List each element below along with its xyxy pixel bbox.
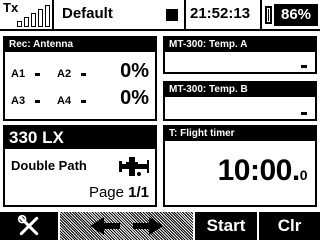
temp-b-panel[interactable]: MT-300: Temp. B <box>163 81 317 121</box>
divider <box>184 0 186 29</box>
antenna-percent-top: 0% <box>120 60 149 82</box>
battery-percent: 86% <box>274 4 318 26</box>
battery-icon <box>265 6 272 24</box>
signal-bar <box>38 9 43 27</box>
start-button[interactable]: Start <box>195 212 257 240</box>
tools-softkey[interactable] <box>0 212 58 240</box>
status-bar: Tx Default 21:52:13 86% <box>0 0 320 31</box>
left-right-arrows-icon <box>90 217 163 235</box>
timer-decimal: 0 <box>299 167 308 183</box>
a3-label: A3 <box>11 95 26 107</box>
page-indicator: Page 1/1 <box>89 184 149 201</box>
signal-bar <box>17 21 22 27</box>
temp-a-value-dash <box>301 65 307 68</box>
a4-value-dash <box>81 100 86 103</box>
softkey-bar: Start Clr <box>0 212 320 240</box>
temp-a-panel[interactable]: MT-300: Temp. A <box>163 36 317 74</box>
clock: 21:52:13 <box>190 5 251 22</box>
battery-fill <box>268 8 269 21</box>
model-title: 330 LX <box>5 127 155 149</box>
a1-label: A1 <box>11 68 26 80</box>
navigation-softkey[interactable] <box>60 212 193 240</box>
record-indicator-icon <box>166 9 178 21</box>
model-name: Default <box>62 5 113 22</box>
airplane-icon <box>119 157 149 176</box>
model-panel[interactable]: 330 LX Double Path Page 1/1 <box>3 125 157 207</box>
temp-b-title: MT-300: Temp. B <box>165 83 315 97</box>
tx-signal-indicator: Tx <box>0 0 54 29</box>
a2-label: A2 <box>57 68 72 80</box>
a1-value-dash <box>35 73 40 76</box>
antenna-percent-bottom: 0% <box>120 87 149 109</box>
a2-value-dash <box>81 73 86 76</box>
temp-a-title: MT-300: Temp. A <box>165 38 315 52</box>
a4-label: A4 <box>57 95 72 107</box>
divider <box>260 0 262 29</box>
signal-bar <box>45 5 50 27</box>
page-prefix: Page <box>88 184 129 201</box>
signal-bars-icon <box>14 4 52 27</box>
a3-value-dash <box>35 100 40 103</box>
temp-b-value-dash <box>301 112 307 115</box>
model-mode-label: Double Path <box>11 158 87 173</box>
page-value: 1/1 <box>128 184 149 201</box>
signal-bar <box>24 17 29 27</box>
timer-main: 10:00. <box>217 154 301 187</box>
wrench-screwdriver-icon <box>17 214 39 236</box>
timer-value: 10:00.0 <box>217 154 308 188</box>
timer-panel[interactable]: T: Flight timer 10:00.0 <box>163 125 317 207</box>
timer-title: T: Flight timer <box>165 127 315 141</box>
clear-button[interactable]: Clr <box>259 212 320 240</box>
antenna-panel-title: Rec: Antenna <box>5 38 155 52</box>
antenna-panel[interactable]: Rec: Antenna A1 A2 0% A3 A4 0% <box>3 36 157 121</box>
signal-bar <box>31 13 36 27</box>
